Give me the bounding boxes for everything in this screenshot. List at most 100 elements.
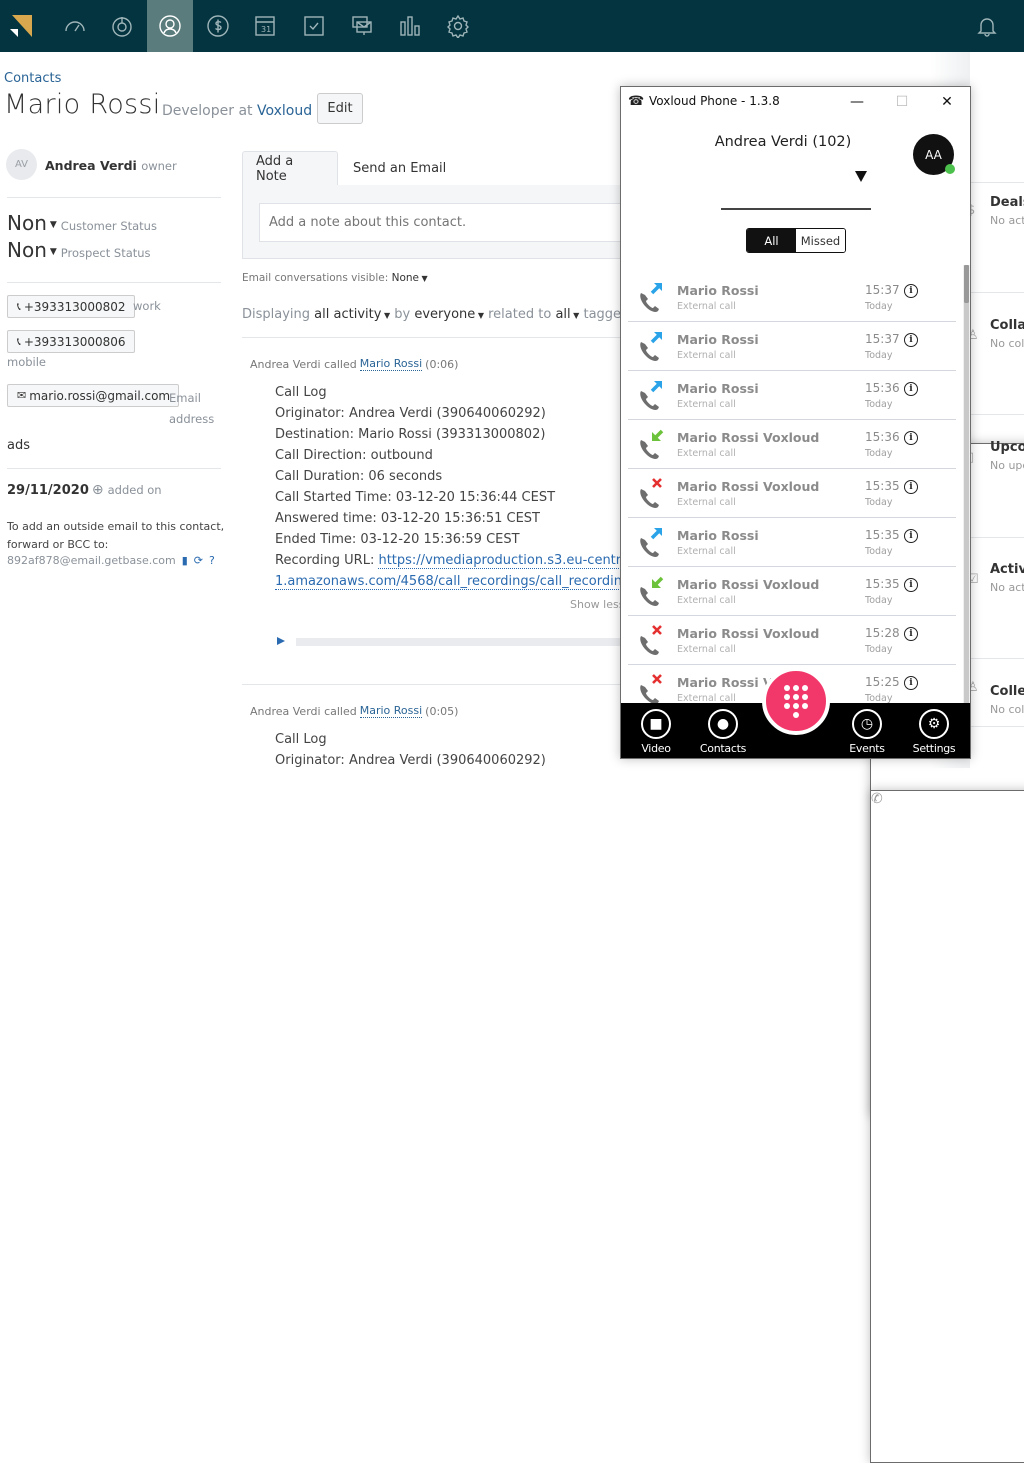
nav-communications[interactable] — [339, 0, 385, 52]
nav-dashboard[interactable] — [52, 0, 98, 52]
incoming-call-icon — [640, 429, 664, 459]
nav-events[interactable]: ◷ Events — [837, 709, 897, 755]
prospect-status-value: Non — [7, 238, 47, 262]
call-time: 15:35 — [865, 577, 900, 591]
related-dropdown[interactable]: all — [555, 307, 570, 322]
contact-role: Developer at Voxloud — [162, 103, 312, 119]
note-input[interactable] — [259, 203, 629, 242]
info-icon[interactable]: i — [904, 382, 918, 396]
filter-missed[interactable]: Missed — [796, 229, 845, 252]
tag[interactable]: ads — [7, 438, 30, 453]
email-address: mario.rossi@gmail.com — [29, 388, 171, 403]
scrollbar-track-fill — [964, 303, 969, 703]
help-icon[interactable]: ? — [209, 554, 215, 567]
nav-settings[interactable]: ⚙ Settings — [904, 709, 964, 755]
owner-name-text: Andrea Verdi — [45, 158, 137, 173]
recording-url[interactable]: https://vmediaproduction.s3.eu-central- — [378, 553, 638, 569]
prospect-status[interactable]: Non ▼ Prospect Status — [7, 238, 151, 262]
missed-call-icon — [640, 625, 662, 655]
activity-target-link[interactable]: Mario Rossi — [359, 357, 423, 371]
divider — [970, 658, 1024, 659]
phone-mobile-chip[interactable]: 📞︎ +393313000806 — [7, 330, 135, 353]
tab-add-note[interactable]: Add a Note — [242, 151, 338, 186]
nav-contacts[interactable] — [147, 0, 193, 52]
info-icon[interactable]: i — [904, 284, 918, 298]
upcoming-title: Upcoming — [990, 440, 1024, 455]
audio-progress-bar[interactable] — [296, 638, 626, 646]
info-icon[interactable]: i — [904, 529, 918, 543]
info-icon[interactable]: i — [904, 480, 918, 494]
minimize-button[interactable]: — — [834, 87, 880, 117]
info-icon[interactable]: i — [904, 627, 918, 641]
info-icon[interactable]: i — [904, 333, 918, 347]
play-icon[interactable] — [277, 637, 285, 645]
email-visibility-dropdown[interactable]: None — [392, 272, 419, 284]
email-visibility: Email conversations visible: None ▼ — [242, 272, 428, 284]
recording-line-2: 1.amazonaws.com/4568/call_recordings/cal… — [275, 574, 637, 590]
divider — [970, 292, 1024, 293]
owner-dropdown[interactable]: everyone — [414, 307, 475, 322]
call-day: Today — [865, 497, 893, 508]
nav-reports[interactable] — [387, 0, 433, 52]
window-titlebar[interactable]: ☎ Voxloud Phone - 1.3.8 — ☐ ✕ — [621, 87, 970, 117]
call-contact-name: Mario Rossi Voxloud — [677, 430, 820, 445]
call-history-item[interactable]: Mario Rossi Voxloud External call 15:35 … — [628, 567, 956, 616]
call-history-item[interactable]: Mario Rossi Voxloud External call 15:35 … — [628, 469, 956, 518]
call-day: Today — [865, 399, 893, 410]
recording-url-cont[interactable]: 1.amazonaws.com/4568/call_recordings/cal… — [275, 574, 637, 590]
info-icon[interactable]: i — [904, 676, 918, 690]
call-history-item[interactable]: Mario Rossi Voxloud External call 15:28 … — [628, 616, 956, 665]
copy-icon[interactable]: ▮ — [182, 554, 188, 567]
caret-down-icon: ▼ — [381, 311, 391, 320]
call-history-item[interactable]: Mario Rossi Voxloud External call 15:36 … — [628, 420, 956, 469]
window-title: Voxloud Phone - 1.3.8 — [649, 94, 780, 108]
log-line: Destination: Mario Rossi (393313000802) — [275, 427, 546, 442]
divider — [7, 197, 221, 198]
info-icon[interactable]: i — [904, 431, 918, 445]
nav-contacts[interactable]: ● Contacts — [693, 709, 753, 755]
call-history-item[interactable]: Mario Rossi External call 15:36 Today i — [628, 371, 956, 420]
tab-send-email[interactable]: Send an Email — [340, 151, 459, 186]
call-type: External call — [677, 301, 736, 312]
activity-type-dropdown[interactable]: all activity — [314, 307, 381, 322]
call-history-item[interactable]: Mario Rossi External call 15:35 Today i — [628, 518, 956, 567]
added-on-label: added on — [107, 483, 162, 497]
show-less-link[interactable]: Show less — [570, 598, 624, 611]
filter-all[interactable]: All — [747, 229, 796, 252]
company-link[interactable]: Voxloud — [257, 103, 312, 119]
maximize-button[interactable]: ☐ — [879, 87, 925, 117]
dialpad-button[interactable] — [762, 667, 830, 735]
info-icon[interactable]: i — [904, 578, 918, 592]
nav-tasks[interactable] — [291, 0, 337, 52]
refresh-icon[interactable]: ⟳ — [194, 554, 203, 567]
call-history-item[interactable]: Mario Rossi External call 15:37 Today i — [628, 322, 956, 371]
customer-status[interactable]: Non ▼ Customer Status — [7, 211, 157, 235]
activity-target-link[interactable]: Mario Rossi — [359, 704, 423, 718]
deals-icon — [207, 15, 229, 37]
logo-icon[interactable] — [10, 15, 32, 37]
customer-status-value: Non — [7, 211, 47, 235]
filter-label: Displaying — [242, 307, 311, 322]
close-button[interactable]: ✕ — [924, 87, 970, 117]
line-dropdown-icon[interactable] — [855, 171, 867, 182]
nav-video[interactable]: ■ Video — [626, 709, 686, 755]
nav-leads[interactable] — [99, 0, 145, 52]
log-line: Originator: Andrea Verdi (390640060292) — [275, 753, 546, 768]
phone-work-label: work — [133, 299, 161, 313]
edit-button[interactable]: Edit — [317, 93, 363, 124]
nav-calendar[interactable]: 31 — [242, 0, 288, 52]
breadcrumb-contacts[interactable]: Contacts — [4, 71, 61, 86]
notifications-button[interactable] — [964, 0, 1010, 52]
owner-name[interactable]: Andrea Verdi owner — [45, 158, 177, 173]
collaborators-title: Collaborators — [990, 318, 1024, 333]
upcoming-subtitle: No upcoming — [990, 459, 1024, 472]
nav-settings[interactable] — [435, 0, 481, 52]
phone-work-chip[interactable]: 📞︎ +393313000802 — [7, 295, 135, 318]
number-input-underline[interactable] — [721, 208, 871, 210]
email-chip[interactable]: ✉ mario.rossi@gmail.com — [7, 384, 180, 407]
bcc-address[interactable]: 892af878@email.getbase.com — [7, 554, 176, 567]
nav-deals[interactable] — [195, 0, 241, 52]
phone-icon: 📞︎ — [17, 334, 21, 348]
scrollbar-thumb[interactable] — [964, 265, 969, 303]
call-history-item[interactable]: Mario Rossi External call 15:37 Today i — [628, 273, 956, 322]
